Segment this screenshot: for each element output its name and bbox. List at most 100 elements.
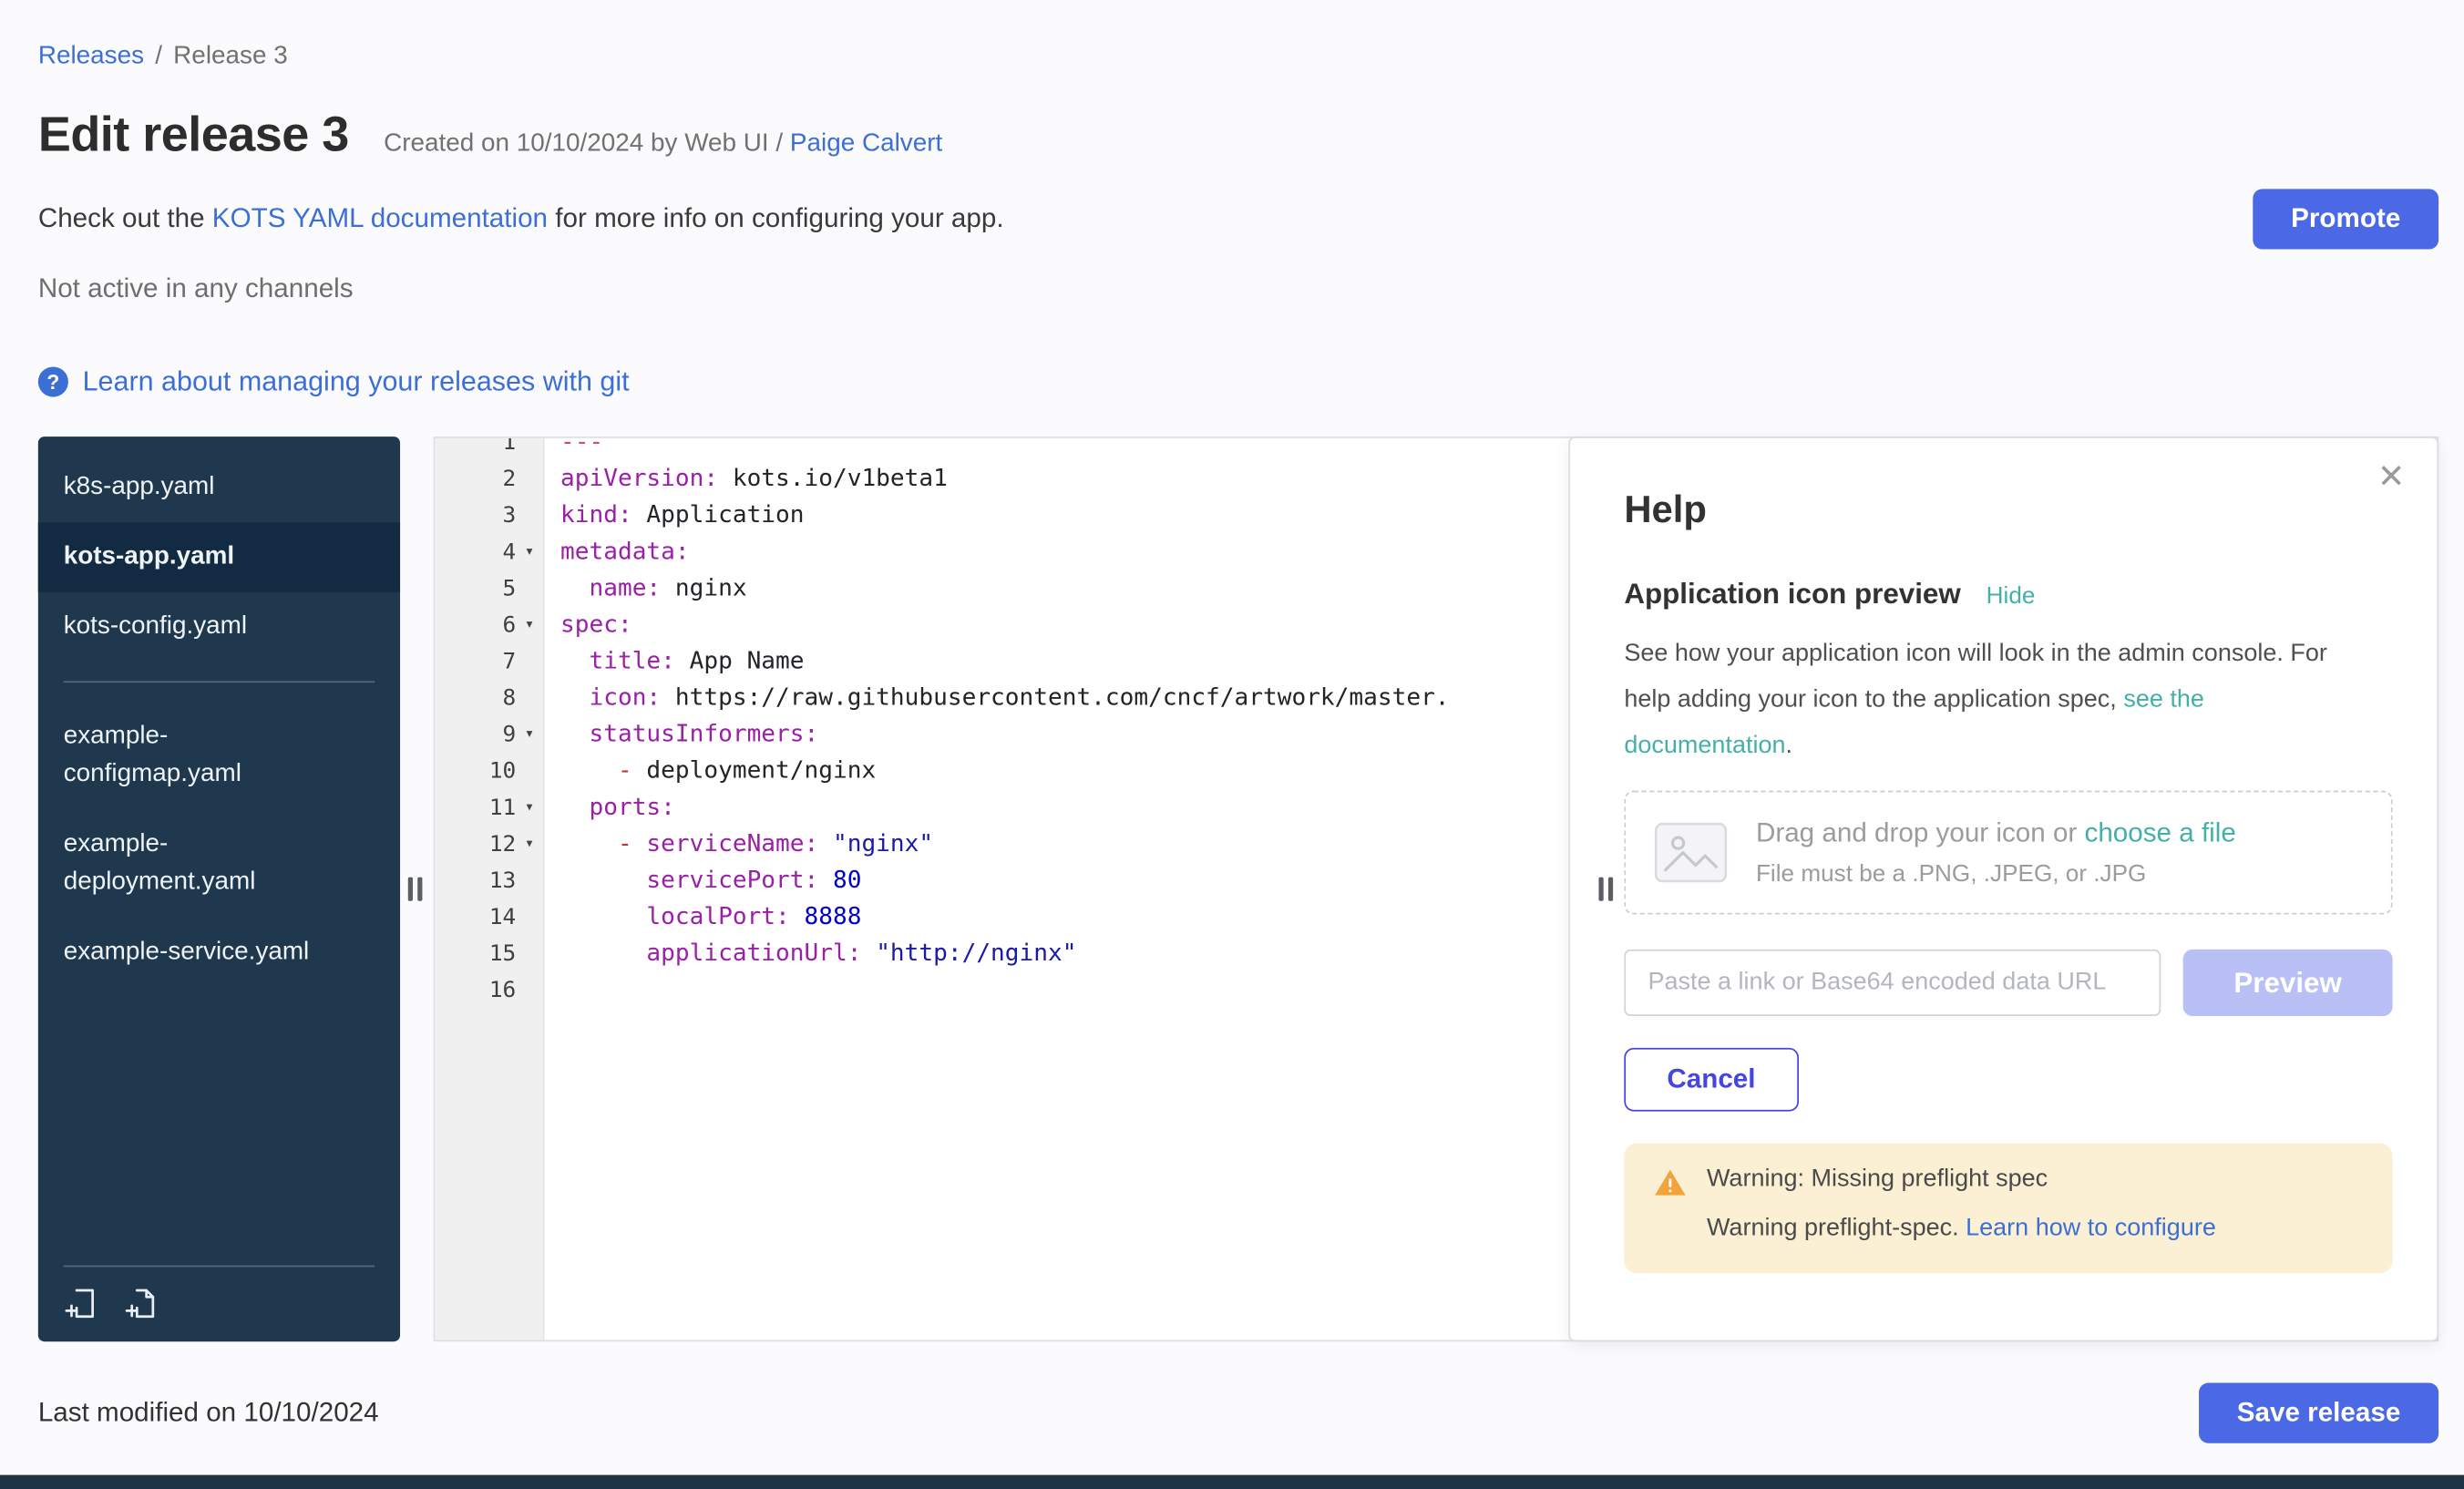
breadcrumb-releases-link[interactable]: Releases [38, 43, 144, 70]
gutter-line: 9▾ [435, 716, 542, 753]
dropzone-text: Drag and drop your icon or choose a file… [1756, 817, 2236, 888]
gutter-line: 10 [435, 753, 542, 789]
author-link[interactable]: Paige Calvert [790, 130, 942, 158]
icon-preview-title: Application icon preview [1624, 578, 1960, 611]
breadcrumb-current: Release 3 [173, 43, 288, 70]
line-number: 13 [443, 868, 516, 893]
line-number: 6 [443, 612, 516, 638]
line-number: 1 [443, 438, 516, 455]
gutter-line: 14 [435, 899, 542, 935]
line-number: 12 [443, 831, 516, 857]
warning-title: Warning: Missing preflight spec [1707, 1166, 2216, 1194]
file-tree-item[interactable]: example-deployment.yaml [38, 810, 400, 918]
sidebar-resize-handle[interactable] [408, 878, 423, 901]
git-help-row: ? Learn about managing your releases wit… [38, 365, 2438, 399]
file-tree-item[interactable]: kots-config.yaml [38, 592, 400, 662]
doc-line: Check out the KOTS YAML documentation fo… [38, 203, 1004, 235]
line-number: 5 [443, 576, 516, 601]
fold-arrow-icon[interactable]: ▾ [516, 798, 543, 816]
line-number: 14 [443, 904, 516, 929]
gutter-line: 13 [435, 862, 542, 899]
choose-file-link[interactable]: choose a file [2085, 817, 2236, 847]
fold-arrow-icon[interactable]: ▾ [516, 616, 543, 633]
kots-yaml-doc-link[interactable]: KOTS YAML documentation [212, 203, 548, 233]
breadcrumb: Releases / Release 3 [38, 0, 2438, 71]
line-number: 2 [443, 466, 516, 491]
gutter-line: 4▾ [435, 533, 542, 570]
dropzone-requirements: File must be a .PNG, .JPEG, or .JPG [1756, 860, 2236, 888]
editor-gutter-area: 1234▾56▾789▾1011▾12▾13141516 [435, 438, 544, 1340]
help-panel-resize-handle[interactable] [1598, 878, 1613, 901]
channel-status: Not active in any channels [38, 273, 2438, 305]
line-number: 8 [443, 685, 516, 711]
preview-button[interactable]: Preview [2183, 950, 2393, 1016]
description-period: . [1786, 732, 1793, 759]
icon-preview-description: See how your application icon will look … [1624, 631, 2377, 769]
gutter-line: 5 [435, 570, 542, 606]
learn-how-to-configure-link[interactable]: Learn how to configure [1966, 1215, 2216, 1242]
fold-arrow-icon[interactable]: ▾ [516, 543, 543, 560]
last-modified-text: Last modified on 10/10/2024 [38, 1397, 379, 1429]
file-tree-actions [64, 1286, 375, 1320]
gutter-line: 15 [435, 935, 542, 971]
gutter-line: 2 [435, 460, 542, 497]
gutter-line: 3 [435, 497, 542, 533]
file-tree-item[interactable]: kots-app.yaml [38, 522, 400, 592]
help-panel-title: Help [1624, 489, 2392, 534]
doc-line-suffix: for more info on configuring your app. [548, 203, 1004, 233]
help-panel: ✕ Help Application icon preview Hide See… [1568, 436, 2438, 1341]
icon-url-input[interactable] [1624, 950, 2161, 1016]
page: Releases / Release 3 Edit release 3 Create… [0, 0, 2464, 1489]
git-help-link[interactable]: Learn about managing your releases with … [83, 365, 630, 399]
breadcrumb-separator: / [155, 43, 162, 70]
line-number: 9 [443, 722, 516, 747]
bottom-footer-strip [0, 1475, 2464, 1489]
preflight-warning-box: Warning: Missing preflight spec Warning … [1624, 1143, 2392, 1273]
line-number: 10 [443, 758, 516, 784]
line-number: 3 [443, 502, 516, 528]
dropzone-prompt-text: Drag and drop your icon or [1756, 817, 2085, 847]
footer-row: Last modified on 10/10/2024 Save release [38, 1383, 2438, 1443]
gutter-line: 11▾ [435, 789, 542, 826]
warning-triangle-icon [1653, 1166, 1688, 1200]
gutter-line: 16 [435, 971, 542, 1008]
new-file-icon[interactable] [64, 1286, 98, 1320]
description-text: See how your application icon will look … [1624, 640, 2327, 713]
close-icon[interactable]: ✕ [2377, 460, 2406, 494]
duplicate-file-icon[interactable] [124, 1286, 159, 1320]
file-tree-item[interactable]: example-configmap.yaml [38, 702, 400, 809]
gutter-line: 6▾ [435, 607, 542, 643]
icon-dropzone[interactable]: Drag and drop your icon or choose a file… [1624, 791, 2392, 915]
file-tree-item[interactable]: k8s-app.yaml [38, 453, 400, 523]
file-tree-footer-divider [64, 1266, 375, 1268]
file-tree-sidebar: k8s-app.yamlkots-app.yamlkots-config.yam… [38, 436, 400, 1341]
fold-arrow-icon[interactable]: ▾ [516, 725, 543, 743]
editor-gutter: 1234▾56▾789▾1011▾12▾13141516 [435, 438, 542, 1008]
file-tree-list: k8s-app.yamlkots-app.yamlkots-config.yam… [38, 436, 400, 988]
hide-link[interactable]: Hide [1987, 582, 2036, 610]
line-number: 7 [443, 649, 516, 674]
icon-preview-section-header: Application icon preview Hide [1624, 578, 2392, 611]
cancel-button[interactable]: Cancel [1624, 1048, 1798, 1112]
gutter-line: 8 [435, 680, 542, 716]
file-tree-item[interactable]: example-service.yaml [38, 918, 400, 988]
file-tree-divider [64, 681, 375, 683]
title-row: Edit release 3 Created on 10/10/2024 by … [38, 107, 2438, 164]
gutter-line: 7 [435, 643, 542, 680]
created-text: Created on 10/10/2024 by Web UI / [384, 130, 790, 158]
icon-url-row: Preview [1624, 950, 2392, 1016]
line-number: 11 [443, 795, 516, 820]
file-tree-footer [38, 1266, 400, 1342]
gutter-line: 12▾ [435, 826, 542, 862]
line-number: 4 [443, 539, 516, 565]
fold-arrow-icon[interactable]: ▾ [516, 835, 543, 852]
line-number: 15 [443, 940, 516, 966]
warning-detail-text: Warning preflight-spec. [1707, 1215, 1966, 1242]
page-title: Edit release 3 [38, 107, 349, 164]
gutter-line: 1 [435, 438, 542, 460]
promote-button[interactable]: Promote [2253, 189, 2438, 249]
save-release-button[interactable]: Save release [2199, 1383, 2438, 1443]
warning-detail: Warning preflight-spec. Learn how to con… [1707, 1215, 2216, 1243]
dropzone-prompt: Drag and drop your icon or choose a file [1756, 817, 2236, 849]
help-circle-icon[interactable]: ? [38, 366, 68, 396]
